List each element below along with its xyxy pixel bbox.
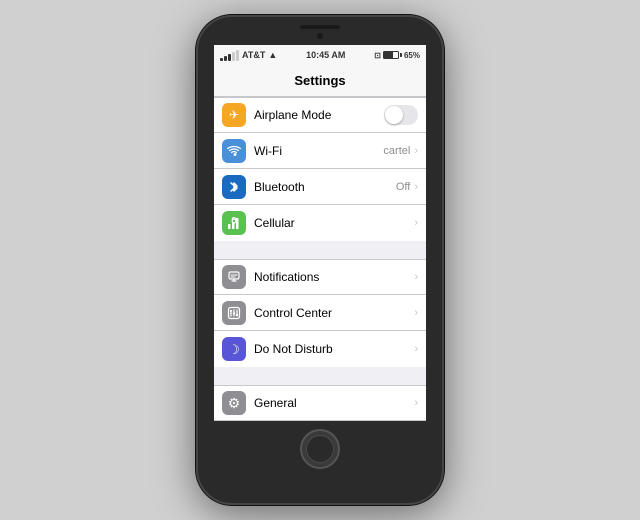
cellular-svg [227, 216, 241, 230]
wifi-value: cartel [383, 145, 410, 157]
settings-row-do-not-disturb[interactable]: ☽ Do Not Disturb › [214, 331, 426, 367]
general-chevron: › [414, 397, 418, 409]
notifications-svg [227, 270, 241, 284]
do-not-disturb-chevron: › [414, 343, 418, 355]
do-not-disturb-icon: ☽ [222, 337, 246, 361]
airplane-mode-label: Airplane Mode [254, 108, 384, 122]
nav-bar: Settings [214, 65, 426, 97]
settings-row-cellular[interactable]: Cellular › [214, 205, 426, 241]
camera [317, 33, 323, 39]
control-center-chevron: › [414, 307, 418, 319]
bluetooth-icon [222, 175, 246, 199]
notifications-label: Notifications [254, 270, 414, 284]
notifications-icon [222, 265, 246, 289]
speaker [300, 25, 340, 29]
home-button-inner [306, 435, 334, 463]
settings-row-general[interactable]: ⚙ General › [214, 385, 426, 421]
home-button[interactable] [300, 429, 340, 469]
settings-row-notifications[interactable]: Notifications › [214, 259, 426, 295]
settings-row-bluetooth[interactable]: Bluetooth Off › [214, 169, 426, 205]
status-left: AT&T ▲ [220, 50, 277, 61]
phone-frame: AT&T ▲ 10:45 AM ⊡ 65% Settings [196, 15, 444, 505]
bluetooth-label: Bluetooth [254, 180, 396, 194]
bluetooth-value: Off [396, 181, 410, 193]
control-center-label: Control Center [254, 306, 414, 320]
general-icon: ⚙ [222, 391, 246, 415]
settings-group-2: Notifications › [214, 259, 426, 367]
settings-row-airplane-mode[interactable]: ✈ Airplane Mode [214, 97, 426, 133]
time-display: 10:45 AM [306, 50, 345, 60]
settings-list: ✈ Airplane Mode [214, 97, 426, 421]
cellular-chevron: › [414, 217, 418, 229]
cellular-icon [222, 211, 246, 235]
settings-group-1: ✈ Airplane Mode [214, 97, 426, 241]
do-not-disturb-label: Do Not Disturb [254, 342, 414, 356]
settings-group-3: ⚙ General › AA Display & Brightness › [214, 385, 426, 421]
wifi-label: Wi-Fi [254, 144, 383, 158]
toggle-knob [385, 106, 403, 124]
carrier-label: AT&T [242, 50, 265, 60]
notifications-chevron: › [414, 271, 418, 283]
bluetooth-svg [229, 180, 239, 194]
group-gap-2 [214, 367, 426, 385]
general-label: General [254, 396, 414, 410]
airplane-mode-toggle[interactable] [384, 105, 418, 125]
wifi-svg [227, 145, 241, 157]
signal-icon [220, 50, 239, 61]
settings-row-wifi[interactable]: Wi-Fi cartel › [214, 133, 426, 169]
battery-icon [383, 51, 402, 59]
bluetooth-chevron: › [414, 181, 418, 193]
wifi-chevron: › [414, 145, 418, 157]
group-gap-1 [214, 241, 426, 259]
status-right: ⊡ 65% [374, 51, 420, 60]
control-svg [227, 306, 241, 320]
wifi-status-icon: ▲ [268, 50, 277, 60]
battery-label: 65% [404, 51, 420, 60]
status-bar: AT&T ▲ 10:45 AM ⊡ 65% [214, 45, 426, 65]
airplane-mode-icon: ✈ [222, 103, 246, 127]
cellular-label: Cellular [254, 216, 414, 230]
screen-icon: ⊡ [374, 51, 381, 60]
screen: AT&T ▲ 10:45 AM ⊡ 65% Settings [214, 45, 426, 421]
settings-row-control-center[interactable]: Control Center › [214, 295, 426, 331]
wifi-icon [222, 139, 246, 163]
page-title: Settings [294, 73, 345, 88]
control-center-icon [222, 301, 246, 325]
